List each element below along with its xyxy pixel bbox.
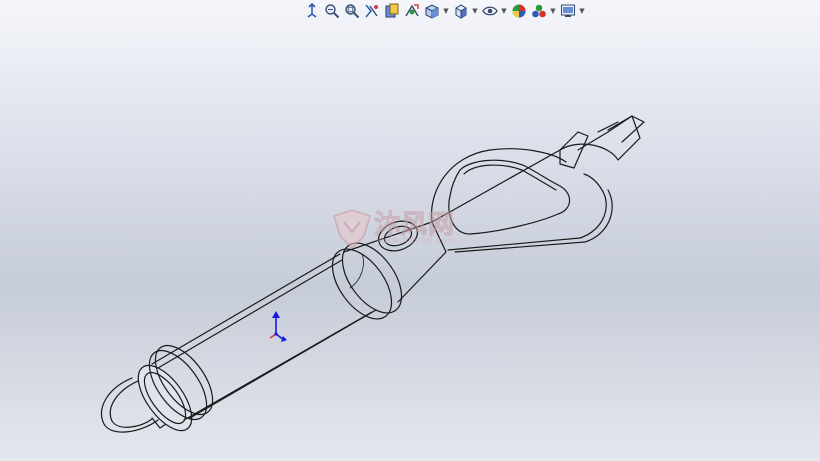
tube-body bbox=[151, 253, 377, 421]
opener-plate bbox=[430, 115, 645, 253]
graphics-area[interactable]: ▼ ▼ ▼ ▼ ▼ 沐风网 www.mfcad.com bbox=[0, 0, 820, 461]
sleeve bbox=[331, 220, 447, 320]
reference-triad bbox=[269, 311, 287, 342]
model-wireframe[interactable] bbox=[0, 0, 820, 461]
